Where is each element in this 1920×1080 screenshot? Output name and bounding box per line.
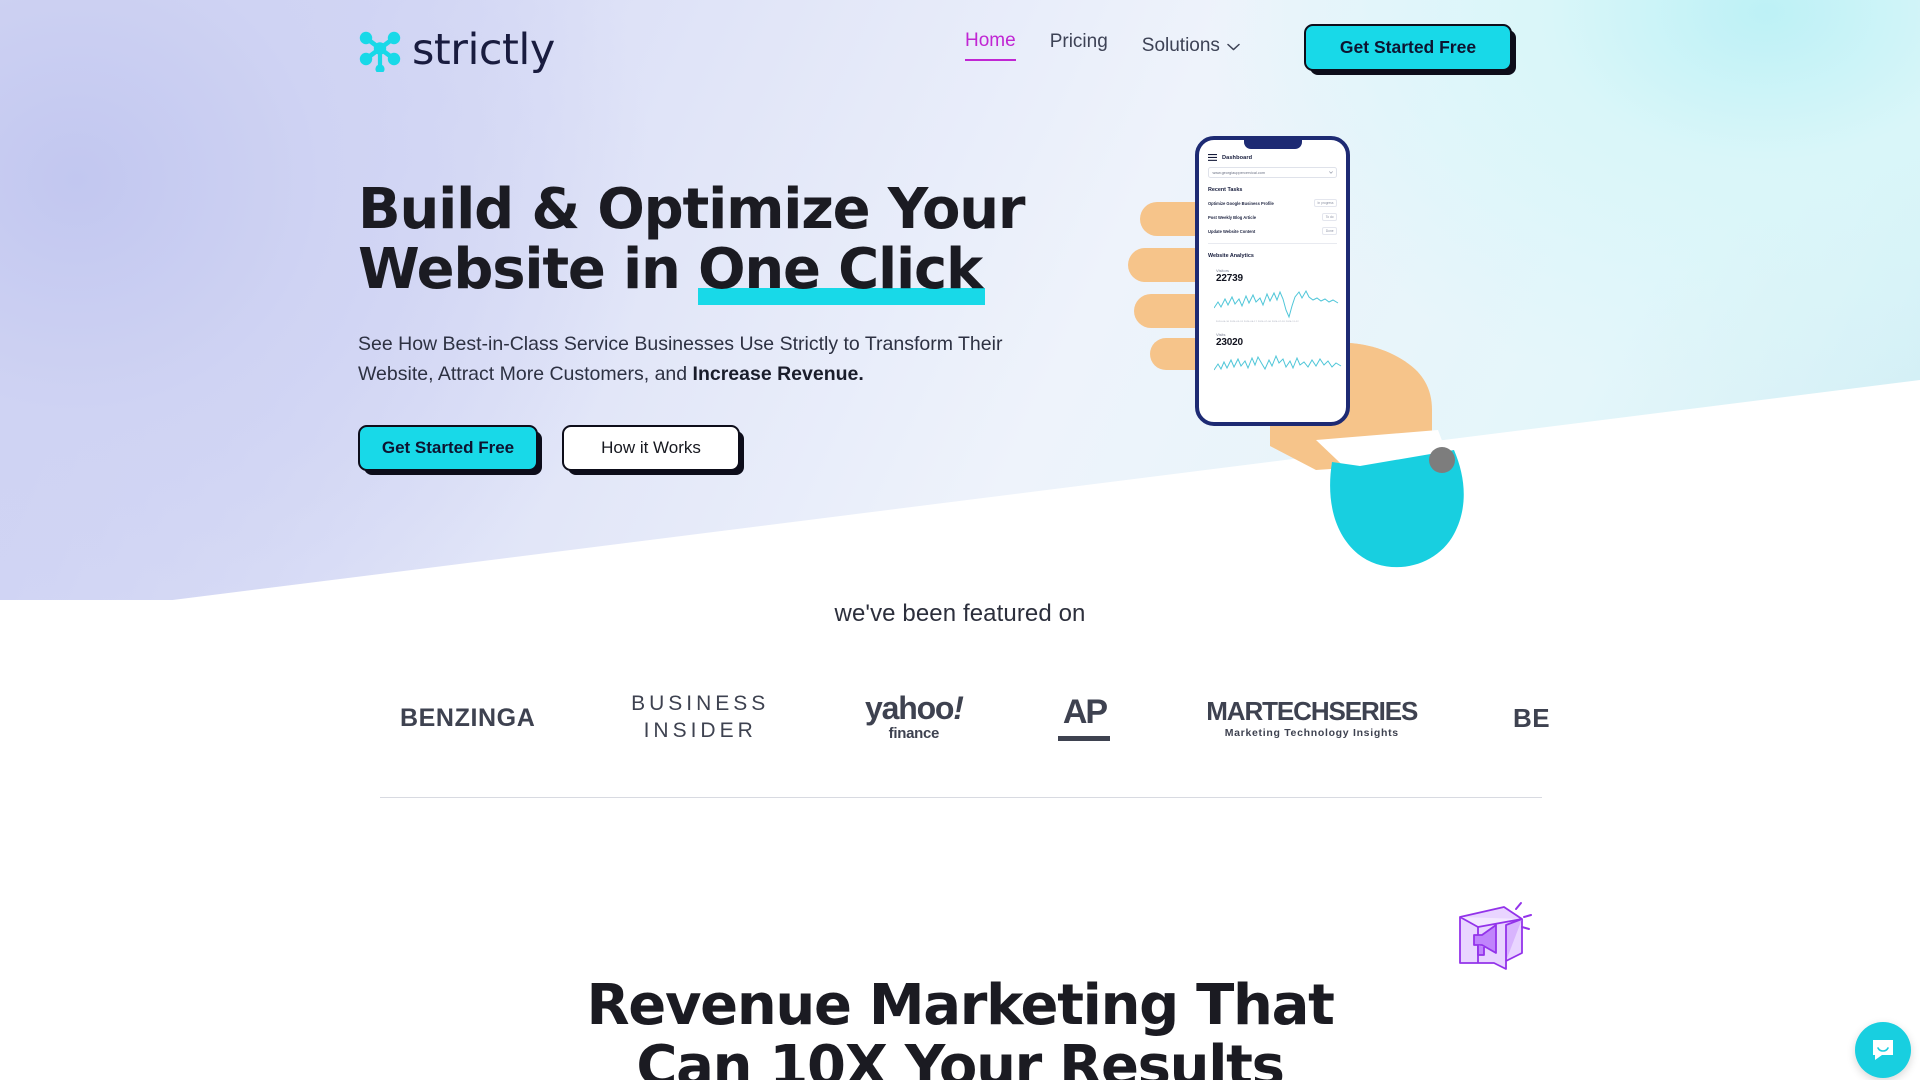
hero-heading-line2-prefix: Website in bbox=[358, 237, 698, 303]
phone-divider bbox=[1208, 243, 1337, 244]
section2-heading-line1: Revenue Marketing That bbox=[586, 973, 1334, 1038]
brand-name: strictly bbox=[412, 24, 555, 75]
logo-business-insider-line1: BUSINESS bbox=[631, 692, 770, 716]
phone-chart-date-axis: 2024-04-30 2024-05-24 2024-06-17 2024-07… bbox=[1216, 320, 1299, 323]
phone-task-row: Update Website Content Done bbox=[1208, 227, 1337, 235]
chevron-down-icon bbox=[1227, 43, 1240, 50]
phone-header: Dashboard bbox=[1208, 154, 1337, 161]
chevron-down-icon bbox=[1328, 171, 1333, 174]
logo-yahoo-finance: yahoo! finance bbox=[865, 692, 964, 742]
phone-mockup: Dashboard www.georgiauppercervical.com R… bbox=[1195, 136, 1350, 426]
hamburger-menu-icon[interactable] bbox=[1208, 154, 1217, 161]
phone-url-text: www.georgiauppercervical.com bbox=[1212, 170, 1266, 175]
hero-subheading-text: See How Best-in-Class Service Businesses… bbox=[358, 332, 1003, 386]
logo-martechseries-text: MARTECHSERIES bbox=[1206, 695, 1418, 726]
phone-url-selector[interactable]: www.georgiauppercervical.com bbox=[1208, 167, 1337, 178]
phone-task-status: Done bbox=[1322, 227, 1337, 235]
section2-heading: Revenue Marketing That Can 10X Your Resu… bbox=[0, 975, 1920, 1080]
chat-bubble-icon bbox=[1873, 1040, 1893, 1060]
phone-task-name: Update Website Content bbox=[1208, 228, 1256, 234]
logo-ap-underline bbox=[1058, 736, 1111, 741]
phone-task-name: Post Weekly Blog Article bbox=[1208, 214, 1257, 220]
visits-sparkline-chart bbox=[1214, 354, 1342, 370]
logo-ap: AP bbox=[1058, 693, 1111, 741]
phone-task-row: Post Weekly Blog Article To do bbox=[1208, 213, 1337, 221]
phone-task-row: Optimize Google Business Profile In prog… bbox=[1208, 199, 1337, 207]
featured-title: we've been featured on bbox=[834, 600, 1086, 627]
strictly-logo-icon bbox=[359, 31, 401, 72]
hero-content: Build & Optimize Your Website in One Cli… bbox=[358, 177, 1058, 472]
phone-task-name: Optimize Google Business Profile bbox=[1208, 200, 1274, 206]
phone-screen: Dashboard www.georgiauppercervical.com R… bbox=[1199, 140, 1346, 378]
logo-yahoo-text: yahoo bbox=[865, 690, 954, 727]
nav-get-started-button[interactable]: Get Started Free bbox=[1304, 24, 1512, 71]
logo-yahoo-finance-word: finance bbox=[888, 724, 940, 742]
nav-links: Home Pricing Solutions bbox=[965, 30, 1240, 61]
phone-notch bbox=[1243, 140, 1302, 149]
featured-logo-row: BENZINGA BUSINESS INSIDER yahoo! finance… bbox=[0, 683, 1920, 753]
landing-page: strictly Home Pricing Solutions Get Star… bbox=[0, 0, 1920, 1080]
brand-logo[interactable]: strictly bbox=[358, 28, 555, 72]
megaphone-speech-bubble-icon bbox=[1459, 902, 1532, 970]
hero-illustration: Dashboard www.georgiauppercervical.com R… bbox=[1120, 110, 1500, 570]
logo-yahoo-bang: ! bbox=[953, 690, 964, 727]
phone-analytics-heading: Website Analytics bbox=[1208, 252, 1254, 259]
visitors-sparkline-chart bbox=[1214, 289, 1339, 319]
logo-ap-text: AP bbox=[1062, 693, 1108, 731]
hero-subheading: See How Best-in-Class Service Businesses… bbox=[358, 329, 1023, 389]
logo-benzinga: BENZINGA bbox=[400, 703, 536, 732]
hero-heading-line1: Build & Optimize Your bbox=[358, 177, 1025, 242]
phone-metric-value: 22739 bbox=[1216, 272, 1243, 284]
nav-link-pricing[interactable]: Pricing bbox=[1050, 31, 1108, 60]
phone-task-status: To do bbox=[1322, 213, 1337, 221]
phone-dashboard-title: Dashboard bbox=[1222, 154, 1253, 161]
logo-yahoo-word: yahoo! bbox=[865, 692, 964, 724]
hero-get-started-button[interactable]: Get Started Free bbox=[358, 425, 538, 472]
top-navigation: strictly Home Pricing Solutions Get Star… bbox=[0, 0, 1920, 96]
hero-heading-highlight: One Click bbox=[697, 237, 986, 306]
logo-martechseries: MARTECHSERIES Marketing Technology Insig… bbox=[1206, 695, 1418, 739]
logo-business-insider: BUSINESS INSIDER bbox=[631, 691, 769, 745]
logo-martechseries-tagline: Marketing Technology Insights bbox=[1224, 726, 1399, 739]
nav-link-solutions[interactable]: Solutions bbox=[1142, 35, 1240, 57]
featured-section: we've been featured on BENZINGA BUSINESS… bbox=[0, 600, 1920, 753]
chat-launcher-button[interactable] bbox=[1855, 1022, 1911, 1078]
hero-heading: Build & Optimize Your Website in One Cli… bbox=[358, 177, 1058, 306]
nav-link-solutions-label[interactable]: Solutions bbox=[1142, 35, 1220, 57]
hero-subheading-bold: Increase Revenue. bbox=[692, 363, 864, 386]
phone-metric-value: 23020 bbox=[1216, 336, 1243, 348]
hero-cta-group: Get Started Free How it Works bbox=[358, 425, 1058, 472]
phone-task-status: In progress bbox=[1314, 199, 1337, 207]
logo-be: BE bbox=[1513, 702, 1550, 733]
section-divider bbox=[380, 797, 1542, 798]
hero-how-it-works-button[interactable]: How it Works bbox=[562, 425, 740, 472]
phone-tasks-heading: Recent Tasks bbox=[1208, 187, 1243, 193]
logo-business-insider-line2: INSIDER bbox=[643, 719, 757, 742]
section2-heading-line2: Can 10X Your Results bbox=[636, 1034, 1285, 1080]
nav-link-home[interactable]: Home bbox=[965, 30, 1016, 61]
